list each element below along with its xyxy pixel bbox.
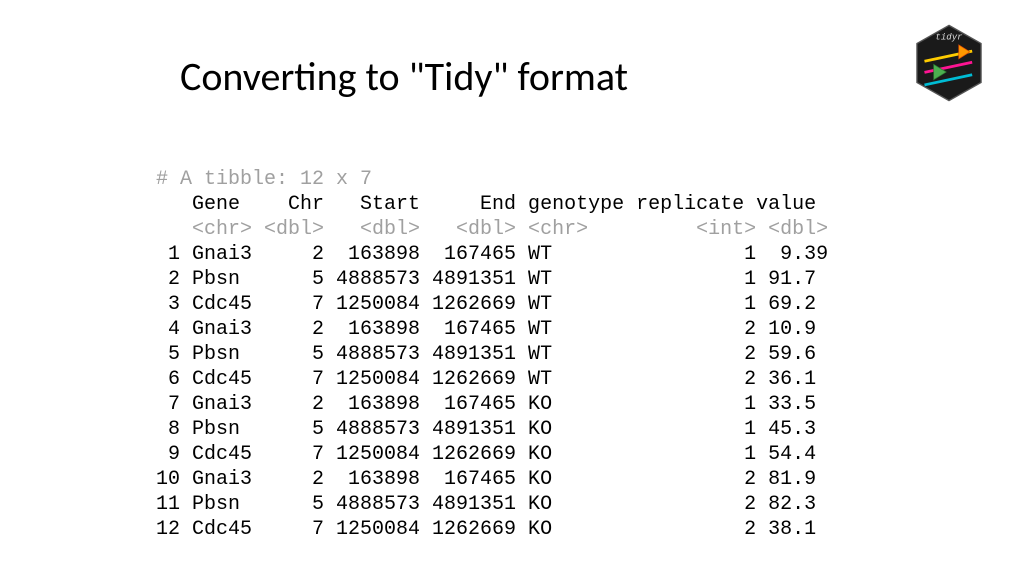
tibble-row: 1 Gnai3 2 163898 167465 WT 1 9.39 [156,243,828,266]
tibble-row: 2 Pbsn 5 4888573 4891351 WT 1 91.7 [156,268,828,291]
svg-text:tidyr: tidyr [935,31,963,42]
tibble-row: 3 Cdc45 7 1250084 1262669 WT 1 69.2 [156,293,828,316]
tibble-output: # A tibble: 12 x 7 Gene Chr Start End ge… [156,142,828,542]
page-title: Converting to "Tidy" format [180,52,628,101]
tibble-row: 11 Pbsn 5 4888573 4891351 KO 2 82.3 [156,493,828,516]
tibble-row: 8 Pbsn 5 4888573 4891351 KO 1 45.3 [156,418,828,441]
tibble-col-header: Gene Chr Start End genotype replicate va… [156,193,816,216]
tidyr-hex-logo: tidyr [914,24,984,102]
tibble-row: 9 Cdc45 7 1250084 1262669 KO 1 54.4 [156,443,828,466]
tibble-row: 6 Cdc45 7 1250084 1262669 WT 2 36.1 [156,368,828,391]
tibble-row: 4 Gnai3 2 163898 167465 WT 2 10.9 [156,318,828,341]
tibble-row: 10 Gnai3 2 163898 167465 KO 2 81.9 [156,468,828,491]
tibble-row: 7 Gnai3 2 163898 167465 KO 1 33.5 [156,393,828,416]
tibble-col-types: <chr> <dbl> <dbl> <dbl> <chr> <int> <dbl… [156,218,828,241]
tibble-row: 12 Cdc45 7 1250084 1262669 KO 2 38.1 [156,518,828,541]
tibble-row: 5 Pbsn 5 4888573 4891351 WT 2 59.6 [156,343,828,366]
tibble-comment: # A tibble: 12 x 7 [156,168,372,191]
